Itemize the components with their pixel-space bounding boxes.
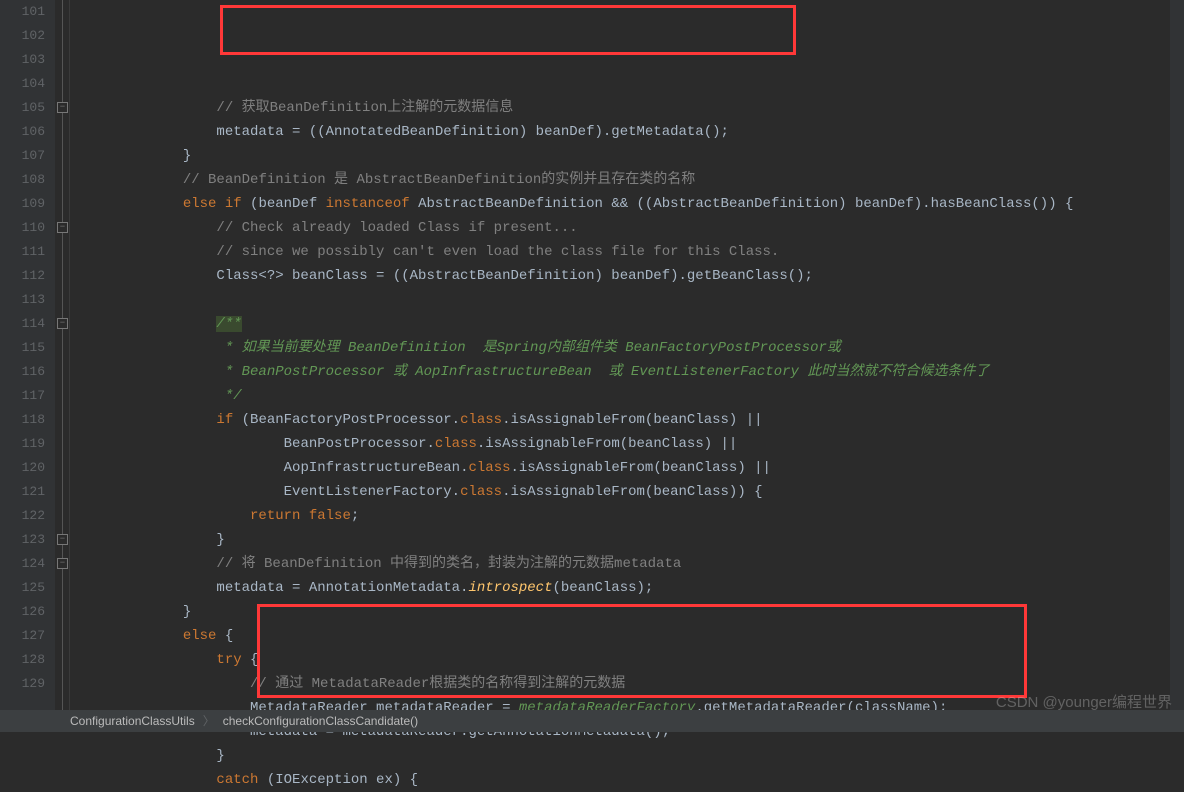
code-line[interactable]: // since we possibly can't even load the… <box>82 240 1184 264</box>
code-line[interactable] <box>82 288 1184 312</box>
code-line[interactable]: // Check already loaded Class if present… <box>82 216 1184 240</box>
line-number: 112 <box>0 264 55 288</box>
code-line[interactable]: else if (beanDef instanceof AbstractBean… <box>82 192 1184 216</box>
code-line[interactable]: * 如果当前要处理 BeanDefinition 是Spring内部组件类 Be… <box>82 336 1184 360</box>
code-line[interactable]: } <box>82 144 1184 168</box>
fold-icon[interactable]: − <box>57 222 68 233</box>
breadcrumb-class[interactable]: ConfigurationClassUtils <box>70 710 195 732</box>
code-line[interactable]: // 将 BeanDefinition 中得到的类名，封装为注解的元数据meta… <box>82 552 1184 576</box>
line-number: 114 <box>0 312 55 336</box>
line-number: 118 <box>0 408 55 432</box>
fold-icon[interactable]: − <box>57 558 68 569</box>
code-line[interactable]: } <box>82 600 1184 624</box>
code-line[interactable]: return false; <box>82 504 1184 528</box>
fold-column[interactable]: − − − − − <box>55 0 70 710</box>
code-line[interactable]: // 获取BeanDefinition上注解的元数据信息 <box>82 96 1184 120</box>
code-line[interactable]: metadata = AnnotationMetadata.introspect… <box>82 576 1184 600</box>
fold-icon[interactable]: − <box>57 318 68 329</box>
line-number: 104 <box>0 72 55 96</box>
line-number: 111 <box>0 240 55 264</box>
code-line[interactable]: /** <box>82 312 1184 336</box>
line-number: 109 <box>0 192 55 216</box>
code-area[interactable]: // 获取BeanDefinition上注解的元数据信息 metadata = … <box>70 0 1184 710</box>
line-number: 126 <box>0 600 55 624</box>
line-number: 120 <box>0 456 55 480</box>
breadcrumb-method[interactable]: checkConfigurationClassCandidate() <box>223 710 418 732</box>
code-editor[interactable]: 1011021031041051061071081091101111121131… <box>0 0 1184 710</box>
line-number: 101 <box>0 0 55 24</box>
fold-icon[interactable]: − <box>57 102 68 113</box>
line-number: 108 <box>0 168 55 192</box>
line-number: 128 <box>0 648 55 672</box>
line-number: 110 <box>0 216 55 240</box>
line-number: 119 <box>0 432 55 456</box>
line-number: 117 <box>0 384 55 408</box>
code-line[interactable]: catch (IOException ex) { <box>82 768 1184 792</box>
line-number: 125 <box>0 576 55 600</box>
code-line[interactable]: } <box>82 744 1184 768</box>
code-line[interactable]: BeanPostProcessor.class.isAssignableFrom… <box>82 432 1184 456</box>
code-line[interactable]: try { <box>82 648 1184 672</box>
line-number: 116 <box>0 360 55 384</box>
breadcrumb-bar[interactable]: ConfigurationClassUtils 〉 checkConfigura… <box>0 710 1184 732</box>
code-line[interactable]: EventListenerFactory.class.isAssignableF… <box>82 480 1184 504</box>
code-line[interactable]: metadata = ((AnnotatedBeanDefinition) be… <box>82 120 1184 144</box>
code-line[interactable]: * BeanPostProcessor 或 AopInfrastructureB… <box>82 360 1184 384</box>
line-number: 106 <box>0 120 55 144</box>
line-number: 127 <box>0 624 55 648</box>
line-number: 122 <box>0 504 55 528</box>
code-line[interactable]: } <box>82 528 1184 552</box>
fold-icon[interactable]: − <box>57 534 68 545</box>
line-number: 102 <box>0 24 55 48</box>
line-number: 124 <box>0 552 55 576</box>
scrollbar[interactable] <box>1170 0 1184 710</box>
code-line[interactable]: else { <box>82 624 1184 648</box>
line-number: 107 <box>0 144 55 168</box>
watermark: CSDN @younger编程世界 <box>996 691 1172 712</box>
line-number: 123 <box>0 528 55 552</box>
code-line[interactable]: */ <box>82 384 1184 408</box>
line-gutter: 1011021031041051061071081091101111121131… <box>0 0 55 710</box>
code-line[interactable]: // BeanDefinition 是 AbstractBeanDefiniti… <box>82 168 1184 192</box>
line-number: 129 <box>0 672 55 696</box>
code-line[interactable]: AopInfrastructureBean.class.isAssignable… <box>82 456 1184 480</box>
line-number: 115 <box>0 336 55 360</box>
line-number: 103 <box>0 48 55 72</box>
line-number: 113 <box>0 288 55 312</box>
line-number: 121 <box>0 480 55 504</box>
code-line[interactable]: if (BeanFactoryPostProcessor.class.isAss… <box>82 408 1184 432</box>
code-line[interactable]: Class<?> beanClass = ((AbstractBeanDefin… <box>82 264 1184 288</box>
line-number: 105 <box>0 96 55 120</box>
annotation-box <box>220 5 796 55</box>
breadcrumb-separator: 〉 <box>203 710 215 732</box>
